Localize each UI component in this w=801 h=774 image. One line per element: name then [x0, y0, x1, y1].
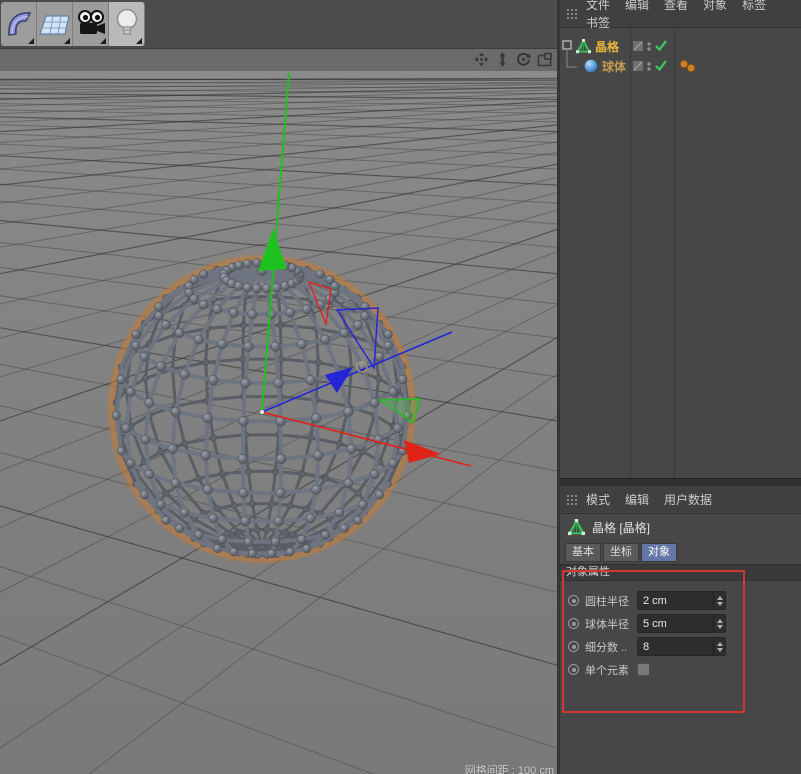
tree-connector — [560, 56, 584, 76]
keyframe-circle-icon[interactable] — [568, 641, 579, 652]
panel-grip-icon[interactable] — [565, 7, 579, 20]
value-field[interactable]: 8 — [637, 637, 726, 656]
floor-object-button[interactable] — [37, 2, 73, 46]
submenu-triangle-icon — [136, 38, 142, 44]
spinner-icon[interactable] — [713, 615, 725, 632]
am-menu-item-1[interactable]: 编辑 — [625, 493, 649, 507]
object-manager-menu: 文件编辑查看对象标签书签 — [586, 0, 801, 32]
visibility-toggles[interactable] — [632, 58, 670, 74]
property-row-3: 单个元素 — [560, 658, 801, 681]
property-label: 单个元素 — [585, 662, 637, 678]
om-menu-item-4[interactable]: 标签 — [742, 0, 766, 12]
om-menu-item-0[interactable]: 文件 — [586, 0, 610, 12]
property-label: 圆柱半径 — [585, 593, 637, 609]
attribute-properties: 圆柱半径2 cm球体半径5 cm细分数 ..8单个元素 — [560, 581, 801, 681]
enabled-check-icon[interactable] — [656, 61, 666, 70]
section-header: 对象属性 — [560, 564, 801, 581]
property-row-0: 圆柱半径2 cm — [560, 589, 801, 612]
light-object-button[interactable] — [109, 2, 145, 46]
object-manager-tree: 晶格球体 — [560, 28, 801, 478]
tab-2-active[interactable]: 对象 — [641, 543, 677, 562]
dolly-icon[interactable] — [494, 51, 511, 68]
value-field[interactable]: 5 cm — [637, 614, 726, 633]
spinner-icon[interactable] — [713, 592, 725, 609]
y-axis-arrow-icon — [258, 229, 287, 271]
attribute-manager-menubar: 模式 编辑 用户数据 — [560, 486, 801, 514]
tab-1[interactable]: 坐标 — [603, 543, 639, 562]
object-label[interactable]: 球体 — [602, 58, 626, 75]
visibility-toggles[interactable] — [632, 38, 670, 54]
attribute-object-title: 晶格 [晶格] — [560, 514, 801, 540]
viewport-titlebar[interactable] — [0, 48, 557, 72]
right-panel: 文件编辑查看对象标签书签 晶格球体 模式编辑用户数据 晶格 [晶格] 基本坐标对… — [560, 0, 801, 774]
submenu-triangle-icon — [100, 38, 106, 44]
field-value[interactable]: 5 cm — [638, 618, 713, 630]
panel-grip-icon[interactable] — [565, 493, 579, 506]
object-manager-menubar: 文件编辑查看对象标签书签 — [560, 0, 801, 28]
attribute-manager-menu: 模式 编辑 用户数据 — [586, 491, 727, 509]
expand-toggle-icon[interactable] — [560, 36, 576, 56]
object-row-lattice[interactable]: 晶格 — [560, 36, 801, 56]
xz-plane-handle — [380, 399, 420, 423]
am-menu-item-2[interactable]: 用户数据 — [664, 493, 712, 507]
grid-spacing-status: 网格间距 : 100 cm — [465, 762, 554, 774]
value-field[interactable]: 2 cm — [637, 591, 726, 610]
maximize-icon[interactable] — [536, 51, 553, 68]
property-label: 球体半径 — [585, 616, 637, 632]
camera-icon — [75, 7, 107, 41]
tab-0[interactable]: 基本 — [565, 543, 601, 562]
editor-visibility-dot[interactable] — [647, 42, 650, 45]
viewport-area: 网格间距 : 100 cm — [0, 0, 557, 774]
field-value[interactable]: 2 cm — [638, 595, 713, 607]
lattice-object-icon — [568, 519, 585, 536]
3d-scene — [0, 71, 557, 774]
property-row-2: 细分数 ..8 — [560, 635, 801, 658]
rotate-icon[interactable] — [515, 51, 532, 68]
keyframe-circle-icon[interactable] — [568, 595, 579, 606]
column-separator — [630, 28, 631, 478]
keyframe-circle-icon[interactable] — [568, 618, 579, 629]
viewport-canvas[interactable]: 网格间距 : 100 cm — [0, 71, 557, 774]
object-label[interactable]: 晶格 — [595, 38, 619, 55]
bend-deformer-button[interactable] — [1, 2, 37, 46]
submenu-triangle-icon — [64, 38, 70, 44]
spinner-icon[interactable] — [713, 638, 725, 655]
light-bulb-icon — [112, 6, 142, 42]
panel-divider[interactable] — [560, 478, 801, 486]
point-tag-icons[interactable] — [678, 58, 698, 74]
am-menu-item-0[interactable]: 模式 — [586, 493, 610, 507]
object-row-sphere[interactable]: 球体 — [560, 56, 801, 76]
property-label: 细分数 .. — [585, 639, 637, 655]
sphere-object-icon — [584, 59, 598, 73]
camera-object-button[interactable] — [73, 2, 109, 46]
attribute-object-name: 晶格 [晶格] — [592, 519, 650, 536]
om-menu-item-1[interactable]: 编辑 — [625, 0, 649, 12]
render-visibility-dot[interactable] — [647, 47, 650, 50]
gizmo-origin — [260, 410, 264, 414]
x-axis-arrow-icon — [404, 440, 441, 463]
keyframe-circle-icon[interactable] — [568, 664, 579, 675]
field-value[interactable]: 8 — [638, 641, 713, 653]
column-separator — [674, 28, 675, 478]
viewport-toolbar — [0, 0, 557, 48]
checkbox[interactable] — [637, 663, 650, 676]
editor-visibility-dot[interactable] — [647, 62, 650, 65]
submenu-triangle-icon — [28, 38, 34, 44]
pan-icon[interactable] — [473, 51, 490, 68]
lattice-object-icon — [576, 39, 591, 54]
property-row-1: 球体半径5 cm — [560, 612, 801, 635]
render-visibility-dot[interactable] — [647, 67, 650, 70]
om-menu-item-2[interactable]: 查看 — [664, 0, 688, 12]
cinema4d-window: { "toolbar": { "buttons": [ {"icon": "be… — [0, 0, 801, 774]
om-menu-item-3[interactable]: 对象 — [703, 0, 727, 12]
floor-grid-icon — [39, 7, 71, 41]
enabled-check-icon[interactable] — [656, 41, 666, 50]
bend-deformer-icon — [4, 7, 34, 41]
attribute-tabs: 基本坐标对象 — [560, 540, 801, 564]
